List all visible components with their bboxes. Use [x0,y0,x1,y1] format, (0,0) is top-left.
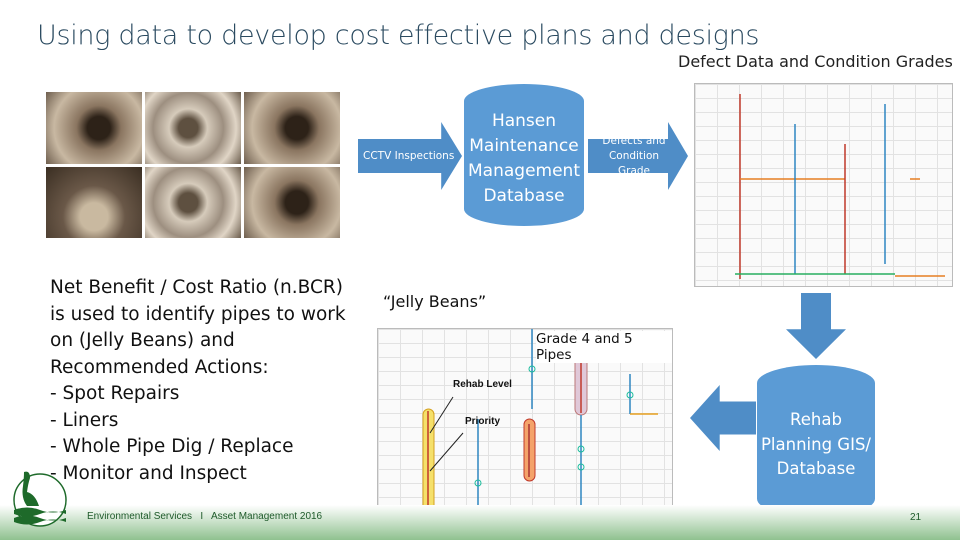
slide-title: Using data to develop cost effective pla… [37,20,760,51]
rehab-db-label: Rehab Planning GIS/ Database [760,410,871,479]
cctv-photo [46,92,142,164]
defects-arrow: Defects and Condition Grade [588,122,688,190]
cctv-photo [145,92,241,164]
hansen-database-cylinder: Hansen Maintenance Management Database [464,84,584,226]
hansen-label: Hansen Maintenance Management Database [468,111,580,206]
cctv-photo-grid [46,92,340,238]
action-item: - Spot Repairs [50,383,180,404]
rehab-planning-database-cylinder: Rehab Planning GIS/ Database [757,365,875,517]
priority-label: Priority [465,416,501,427]
page-number: 21 [910,512,922,523]
cctv-label: CCTV Inspections [363,150,455,162]
jelly-beans-map: Grade 4 and 5 Pipes Rehab Level Priority [377,328,673,518]
down-arrow [786,293,846,359]
cctv-photo [244,92,340,164]
body-text: Net Benefit / Cost Ratio (n.BCR) is used… [50,275,360,487]
defects-label: Defects and Condition Grade [602,134,666,177]
ncbr-intro: Net Benefit / Cost Ratio (n.BCR) is used… [50,277,346,378]
cctv-photo [46,166,142,238]
cctv-photo [145,166,241,238]
cctv-inspections-arrow: CCTV Inspections [358,122,462,190]
action-item: - Whole Pipe Dig / Replace [50,436,294,457]
defect-data-map [694,83,953,287]
grade-pipes-label: Grade 4 and 5 Pipes [536,331,672,363]
rehab-level-label: Rehab Level [453,379,512,390]
left-arrow [690,385,756,451]
action-item: - Monitor and Inspect [50,462,247,484]
action-item: - Liners [50,409,119,431]
heron-logo [13,471,67,527]
defect-data-heading: Defect Data and Condition Grades [678,52,953,71]
defect-map-lines [735,94,945,279]
footer-text: Environmental Services I Asset Managemen… [87,511,323,522]
cctv-photo [244,166,340,238]
jelly-beans-label: “Jelly Beans” [383,292,487,311]
